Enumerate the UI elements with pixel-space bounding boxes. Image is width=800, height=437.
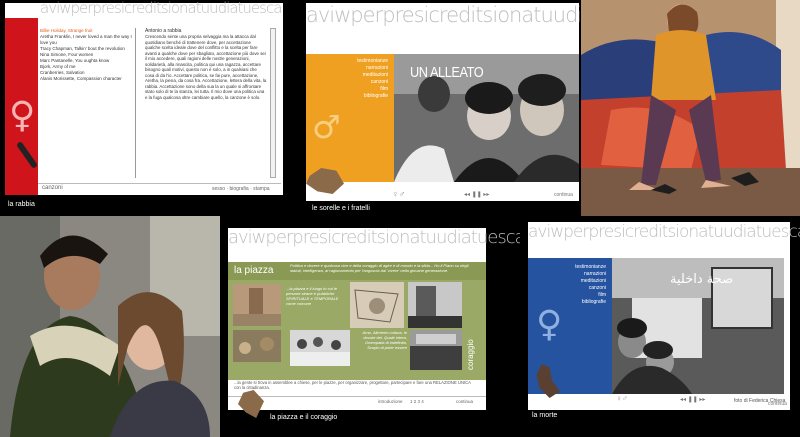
- mars-symbol-icon: ♂: [312, 108, 341, 146]
- tile-sorelle-fratelli[interactable]: aviwperpresicreditsionatuudiatuesca test…: [304, 0, 580, 216]
- photo-crowd-bw: [408, 282, 462, 328]
- continue-link[interactable]: continua: [768, 401, 787, 407]
- media-controls[interactable]: ◂◂ ❚❚ ▸▸: [464, 191, 489, 198]
- site-banner: aviwperpresicreditsionatuudiatuesca: [306, 3, 580, 27]
- menu-item[interactable]: testimonianze: [310, 58, 388, 65]
- continue-link[interactable]: continua: [554, 192, 573, 198]
- tile-la-morte[interactable]: aviwperpresicreditsionatuudiatuesca test…: [520, 216, 800, 437]
- footer-nav-canzoni[interactable]: canzoni: [42, 185, 63, 191]
- song-item[interactable]: Alanis Morissette, Compassion character: [40, 76, 135, 82]
- arabic-sign-text: صحة داخلية: [670, 272, 734, 287]
- tile-la-rabbia[interactable]: aviwperpresicreditsionatuudiatuesca ♀ Bi…: [0, 0, 304, 216]
- tile-piazza-coraggio[interactable]: aviwperpresicreditsionatuudiatuesca la p…: [220, 216, 520, 437]
- footer-introduzione[interactable]: introduzione: [378, 399, 403, 404]
- venus-symbol-icon: ♀: [9, 95, 36, 136]
- menu-item[interactable]: bibliografie: [310, 93, 388, 100]
- bottom-text: ...la gente si trova in assemblee a chie…: [234, 380, 471, 390]
- menu-item[interactable]: testimonianze: [532, 264, 606, 271]
- photo-title: UN ALLEATO: [410, 64, 484, 81]
- site-banner: aviwperpresicreditsionatuudiatuesca: [228, 227, 520, 248]
- menu-item[interactable]: canzoni: [532, 285, 606, 292]
- photo-woman-on-bed: [581, 0, 800, 216]
- scrollbar[interactable]: [270, 28, 276, 178]
- menu-list: testimonianze narrazioni meditazioni can…: [532, 264, 606, 306]
- article-body: Crescendo sente una propria selvaggia ma…: [145, 34, 267, 100]
- site-banner: aviwperpresicreditsionatuudiatuesca: [528, 222, 800, 242]
- article-text: Antonio a rabbia Crescendo sente una pro…: [145, 28, 267, 178]
- menu-list: testimonianze narrazioni meditazioni can…: [310, 58, 388, 100]
- site-banner: aviwperpresicreditsionatuudiatuesca: [40, 0, 282, 17]
- menu-item[interactable]: film: [532, 292, 606, 299]
- continue-link[interactable]: continua: [456, 399, 473, 404]
- section-title: la piazza: [234, 265, 274, 276]
- tile-caption: la piazza e il coraggio: [270, 414, 338, 421]
- menu-item[interactable]: film: [310, 86, 388, 93]
- footer-pagination[interactable]: 1 2 3 4: [410, 399, 424, 404]
- photo-church: [233, 284, 281, 326]
- menu-item[interactable]: narrazioni: [310, 65, 388, 72]
- photo-protest: [410, 330, 462, 370]
- tile-caption: la morte: [532, 412, 558, 419]
- photo-caption-2: Arno, Alimento cultura, le dovute del, Q…: [362, 330, 407, 350]
- intro-text: Politica e dovere e qualcosa vive e dell…: [290, 263, 469, 273]
- photo-couple: [0, 216, 220, 437]
- gender-icons: ♀♂: [392, 189, 406, 199]
- menu-item[interactable]: narrazioni: [532, 271, 606, 278]
- venus-symbol-icon: ♀: [536, 304, 563, 345]
- vertical-label-coraggio: coraggio: [466, 339, 475, 370]
- footer-links[interactable]: sesso · biografia · stampa: [212, 186, 270, 192]
- photo-sailors: [290, 330, 350, 366]
- songs-list: Billie Holiday, Strange fruit Aretha Fra…: [40, 28, 136, 178]
- menu-item[interactable]: meditazioni: [532, 278, 606, 285]
- media-controls[interactable]: ◂◂ ❚❚ ▸▸: [680, 396, 705, 403]
- photo-caption-1: ...la piazza e il luogo in cui le person…: [286, 286, 339, 306]
- gender-icons: ♀♂: [616, 394, 628, 403]
- photo-market: [233, 330, 281, 362]
- song-item[interactable]: Aretha Franklin, I never loved a man the…: [40, 34, 135, 46]
- menu-item[interactable]: canzoni: [310, 79, 388, 86]
- menu-item[interactable]: meditazioni: [310, 72, 388, 79]
- tile-caption: le sorelle e i fratelli: [312, 205, 370, 212]
- photo-map: [350, 282, 404, 328]
- tile-caption: la rabbia: [8, 201, 35, 208]
